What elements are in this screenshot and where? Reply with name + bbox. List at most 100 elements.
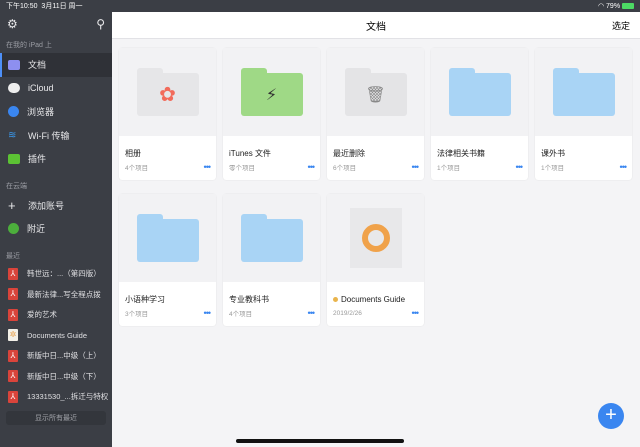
sidebar: ⚙ ⚲ 在我的 iPad 上 文档 iCloud 浏览器 ≋ Wi-Fi 传输 插件…	[0, 12, 112, 447]
file-name: 法律相关书籍	[437, 148, 485, 158]
plus-icon: +	[8, 197, 16, 213]
show-all-recent-button[interactable]: 显示所有最近	[6, 411, 106, 425]
recent-label: 新版中日...中级（下）	[27, 371, 101, 381]
thumbnail: ⚡	[223, 48, 320, 136]
file-name: Documents Guide	[341, 294, 406, 304]
file-name: 专业教科书	[229, 294, 269, 304]
sidebar-item-label: 添加账号	[28, 200, 65, 211]
photos-folder-icon: ✿	[136, 68, 199, 116]
trash-folder-icon: 🗑	[344, 68, 407, 116]
pdf-icon: ⅄	[8, 308, 18, 321]
more-icon[interactable]: •••	[308, 308, 316, 318]
sidebar-item-label: 附近	[27, 224, 46, 235]
guide-icon: ✲	[8, 329, 18, 342]
file-name: 最近删除	[333, 148, 365, 158]
file-name: 小语种学习	[125, 294, 165, 304]
thumbnail	[535, 48, 632, 136]
sidebar-item-icloud[interactable]: iCloud	[0, 77, 112, 101]
recent-label: 新版中日...中级（上）	[27, 351, 101, 361]
recent-label: 13331530_...拆迁与特权	[27, 392, 109, 402]
file-meta: 4个项目	[125, 165, 149, 172]
file-card[interactable]: 小语种学习 3个项目 •••	[119, 194, 216, 326]
sidebar-item-label: Wi-Fi 传输	[28, 130, 70, 141]
thumbnail	[119, 194, 216, 282]
file-card[interactable]: ⚡ iTunes 文件 零个项目 •••	[223, 48, 320, 180]
file-meta: 3个项目	[125, 311, 149, 318]
folder-icon	[8, 59, 20, 70]
recent-item[interactable]: ✲ Documents Guide	[0, 325, 112, 346]
status-date: 3月11日 周一	[41, 3, 83, 10]
sidebar-item-nearby[interactable]: 附近	[0, 217, 112, 241]
more-icon[interactable]: •••	[204, 162, 212, 172]
sidebar-item-label: 文档	[28, 60, 47, 71]
file-card[interactable]: 🗑 最近删除 6个项目 •••	[327, 48, 424, 180]
cart-icon	[8, 153, 20, 164]
status-dot	[333, 296, 338, 302]
sidebar-item-plugins[interactable]: 插件	[0, 147, 112, 171]
wifi-icon: ◠	[597, 3, 605, 10]
file-name: 相册	[125, 148, 141, 158]
sidebar-item-label: 插件	[28, 154, 47, 165]
section-recent: 最近	[6, 252, 20, 260]
file-meta: 1个项目	[437, 165, 461, 172]
thumbnail	[431, 48, 528, 136]
compass-icon	[8, 106, 19, 118]
main-content: 文档 选定 ✿ 相册 4个项目 ••• ⚡ iTunes 文件 零个项目 ••• 🗑 最…	[112, 12, 640, 447]
select-button[interactable]: 选定	[612, 19, 630, 32]
pdf-icon: ⅄	[8, 390, 18, 403]
sidebar-item-label: 浏览器	[27, 107, 55, 118]
file-card[interactable]: ✿ 相册 4个项目 •••	[119, 48, 216, 180]
search-icon[interactable]: ⚲	[96, 17, 105, 31]
sidebar-item-documents[interactable]: 文档	[0, 53, 112, 77]
recent-item[interactable]: ⅄ 新版中日...中级（上）	[0, 346, 112, 367]
recent-item[interactable]: ⅄ 新版中日...中级（下）	[0, 366, 112, 387]
sidebar-item-label: iCloud	[28, 83, 54, 94]
file-meta: 2019/2/26	[333, 309, 362, 317]
section-ipad: 在我的 iPad 上	[6, 42, 52, 49]
file-card[interactable]: 课外书 1个项目 •••	[535, 48, 632, 180]
sidebar-item-browser[interactable]: 浏览器	[0, 100, 112, 124]
battery-percent: 79%	[606, 3, 621, 10]
folder-folder-icon	[240, 214, 303, 262]
more-icon[interactable]: •••	[516, 162, 524, 172]
pdf-icon: ⅄	[8, 267, 18, 280]
pdf-icon: ⅄	[8, 370, 18, 383]
sidebar-item-add-account[interactable]: + 添加账号	[0, 194, 112, 218]
page-title: 文档	[366, 21, 386, 33]
thumbnail	[223, 194, 320, 282]
file-meta: 6个项目	[333, 165, 357, 172]
file-meta: 零个项目	[229, 165, 255, 172]
more-icon[interactable]: •••	[620, 162, 628, 172]
sidebar-item-wifi[interactable]: ≋ Wi-Fi 传输	[0, 124, 112, 148]
status-bar: 下午10:50 3月11日 周一 ◠ 79%	[0, 0, 640, 12]
folder-folder-icon	[136, 214, 199, 262]
file-name: iTunes 文件	[229, 148, 271, 158]
file-card[interactable]: Documents Guide 2019/2/26 •••	[327, 194, 424, 326]
file-meta: 1个项目	[541, 165, 565, 172]
file-meta: 4个项目	[229, 311, 253, 318]
more-icon[interactable]: •••	[412, 162, 420, 172]
file-name: 课外书	[541, 148, 565, 158]
more-icon[interactable]: •••	[308, 162, 316, 172]
recent-item[interactable]: ⅄ 最新法律...写全程点拨	[0, 284, 112, 305]
recent-label: Documents Guide	[27, 330, 88, 340]
recent-item[interactable]: ⅄ 13331530_...拆迁与特权	[0, 387, 112, 408]
more-icon[interactable]: •••	[412, 308, 420, 318]
more-icon[interactable]: •••	[204, 308, 212, 318]
thumbnail	[327, 194, 424, 282]
battery-icon	[622, 3, 634, 10]
pdf-icon: ⅄	[8, 288, 18, 301]
thumbnail: ✿	[119, 48, 216, 136]
recent-label: 爱的艺术	[27, 310, 57, 320]
recent-item[interactable]: ⅄ 爱的艺术	[0, 305, 112, 326]
add-button[interactable]: +	[598, 403, 624, 429]
folder-folder-icon	[448, 68, 511, 116]
globe-icon	[8, 223, 19, 235]
folder-folder-icon	[552, 68, 615, 116]
file-card[interactable]: 专业教科书 4个项目 •••	[223, 194, 320, 326]
wifi-icon: ≋	[8, 129, 17, 141]
gear-icon[interactable]: ⚙	[7, 17, 18, 31]
recent-item[interactable]: ⅄ 韩世远：...（第四版）	[0, 264, 112, 285]
lifebuoy-icon	[349, 208, 402, 268]
file-card[interactable]: 法律相关书籍 1个项目 •••	[431, 48, 528, 180]
